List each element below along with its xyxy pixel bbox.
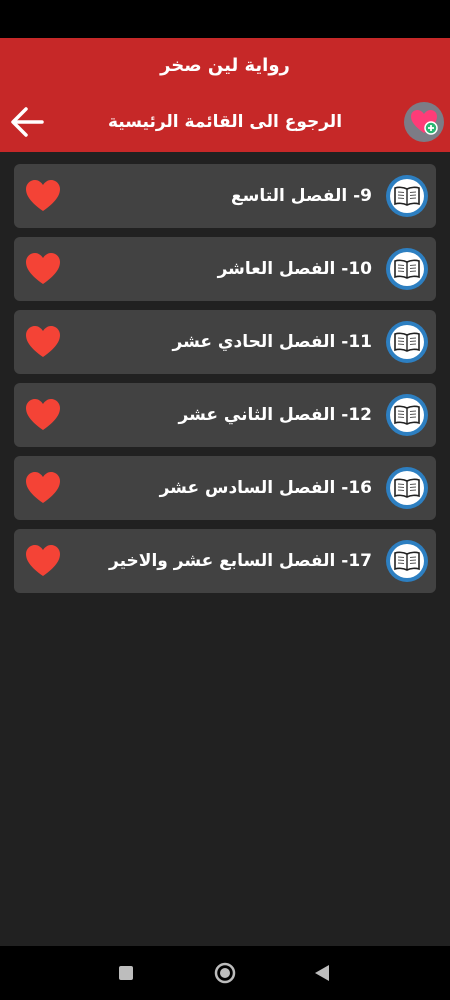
open-book-icon: [394, 551, 420, 571]
favorite-heart-button[interactable]: [24, 397, 62, 433]
open-book-icon: [394, 186, 420, 206]
open-book-icon: [394, 478, 420, 498]
chapter-row[interactable]: 16- الفصل السادس عشر: [14, 456, 436, 520]
chapter-row[interactable]: 11- الفصل الحادي عشر: [14, 310, 436, 374]
favorite-heart-button[interactable]: [24, 470, 62, 506]
favorite-heart-button[interactable]: [24, 324, 62, 360]
chapter-row[interactable]: 12- الفصل الثاني عشر: [14, 383, 436, 447]
back-button[interactable]: [8, 104, 48, 140]
chapter-label: 12- الفصل الثاني عشر: [178, 405, 372, 425]
nav-home-button[interactable]: [210, 958, 240, 988]
heart-icon: [26, 180, 60, 211]
chapter-label: 10- الفصل العاشر: [217, 259, 372, 279]
chapter-label: 9- الفصل التاسع: [231, 186, 372, 206]
heart-icon: [26, 545, 60, 576]
sub-bar: الرجوع الى القائمة الرئيسية: [0, 92, 450, 152]
app-bar: رواية لين صخر: [0, 38, 450, 92]
app-title: رواية لين صخر: [160, 54, 290, 76]
chapter-row[interactable]: 10- الفصل العاشر: [14, 237, 436, 301]
book-badge: [386, 394, 428, 436]
open-book-icon: [394, 259, 420, 279]
system-nav-bar: [0, 946, 450, 1000]
square-icon: [119, 966, 133, 980]
favorite-heart-button[interactable]: [24, 543, 62, 579]
arrow-left-icon: [11, 107, 44, 137]
book-badge: [386, 540, 428, 582]
heart-icon: [26, 326, 60, 357]
book-badge: [386, 175, 428, 217]
heart-icon: [26, 472, 60, 503]
favorites-button[interactable]: [404, 102, 444, 142]
status-bar: [0, 0, 450, 38]
book-badge: [386, 321, 428, 363]
book-badge: [386, 467, 428, 509]
chapter-label: 16- الفصل السادس عشر: [159, 478, 372, 498]
nav-recents-button[interactable]: [111, 958, 141, 988]
book-badge: [386, 248, 428, 290]
chapter-row[interactable]: 17- الفصل السابع عشر والاخير: [14, 529, 436, 593]
open-book-icon: [394, 405, 420, 425]
triangle-back-icon: [315, 965, 329, 981]
heart-icon: [26, 253, 60, 284]
heart-badge-icon: [411, 110, 438, 135]
nav-back-button[interactable]: [307, 958, 337, 988]
circle-icon: [214, 962, 236, 984]
favorite-heart-button[interactable]: [24, 178, 62, 214]
chapter-label: 17- الفصل السابع عشر والاخير: [109, 551, 372, 571]
chapter-list: 9- الفصل التاسع 10- الفصل العاشر 11- الف…: [14, 164, 436, 602]
chapter-label: 11- الفصل الحادي عشر: [172, 332, 373, 352]
heart-icon: [26, 399, 60, 430]
back-to-main-menu-title[interactable]: الرجوع الى القائمة الرئيسية: [108, 112, 342, 132]
chapter-row[interactable]: 9- الفصل التاسع: [14, 164, 436, 228]
favorite-heart-button[interactable]: [24, 251, 62, 287]
open-book-icon: [394, 332, 420, 352]
